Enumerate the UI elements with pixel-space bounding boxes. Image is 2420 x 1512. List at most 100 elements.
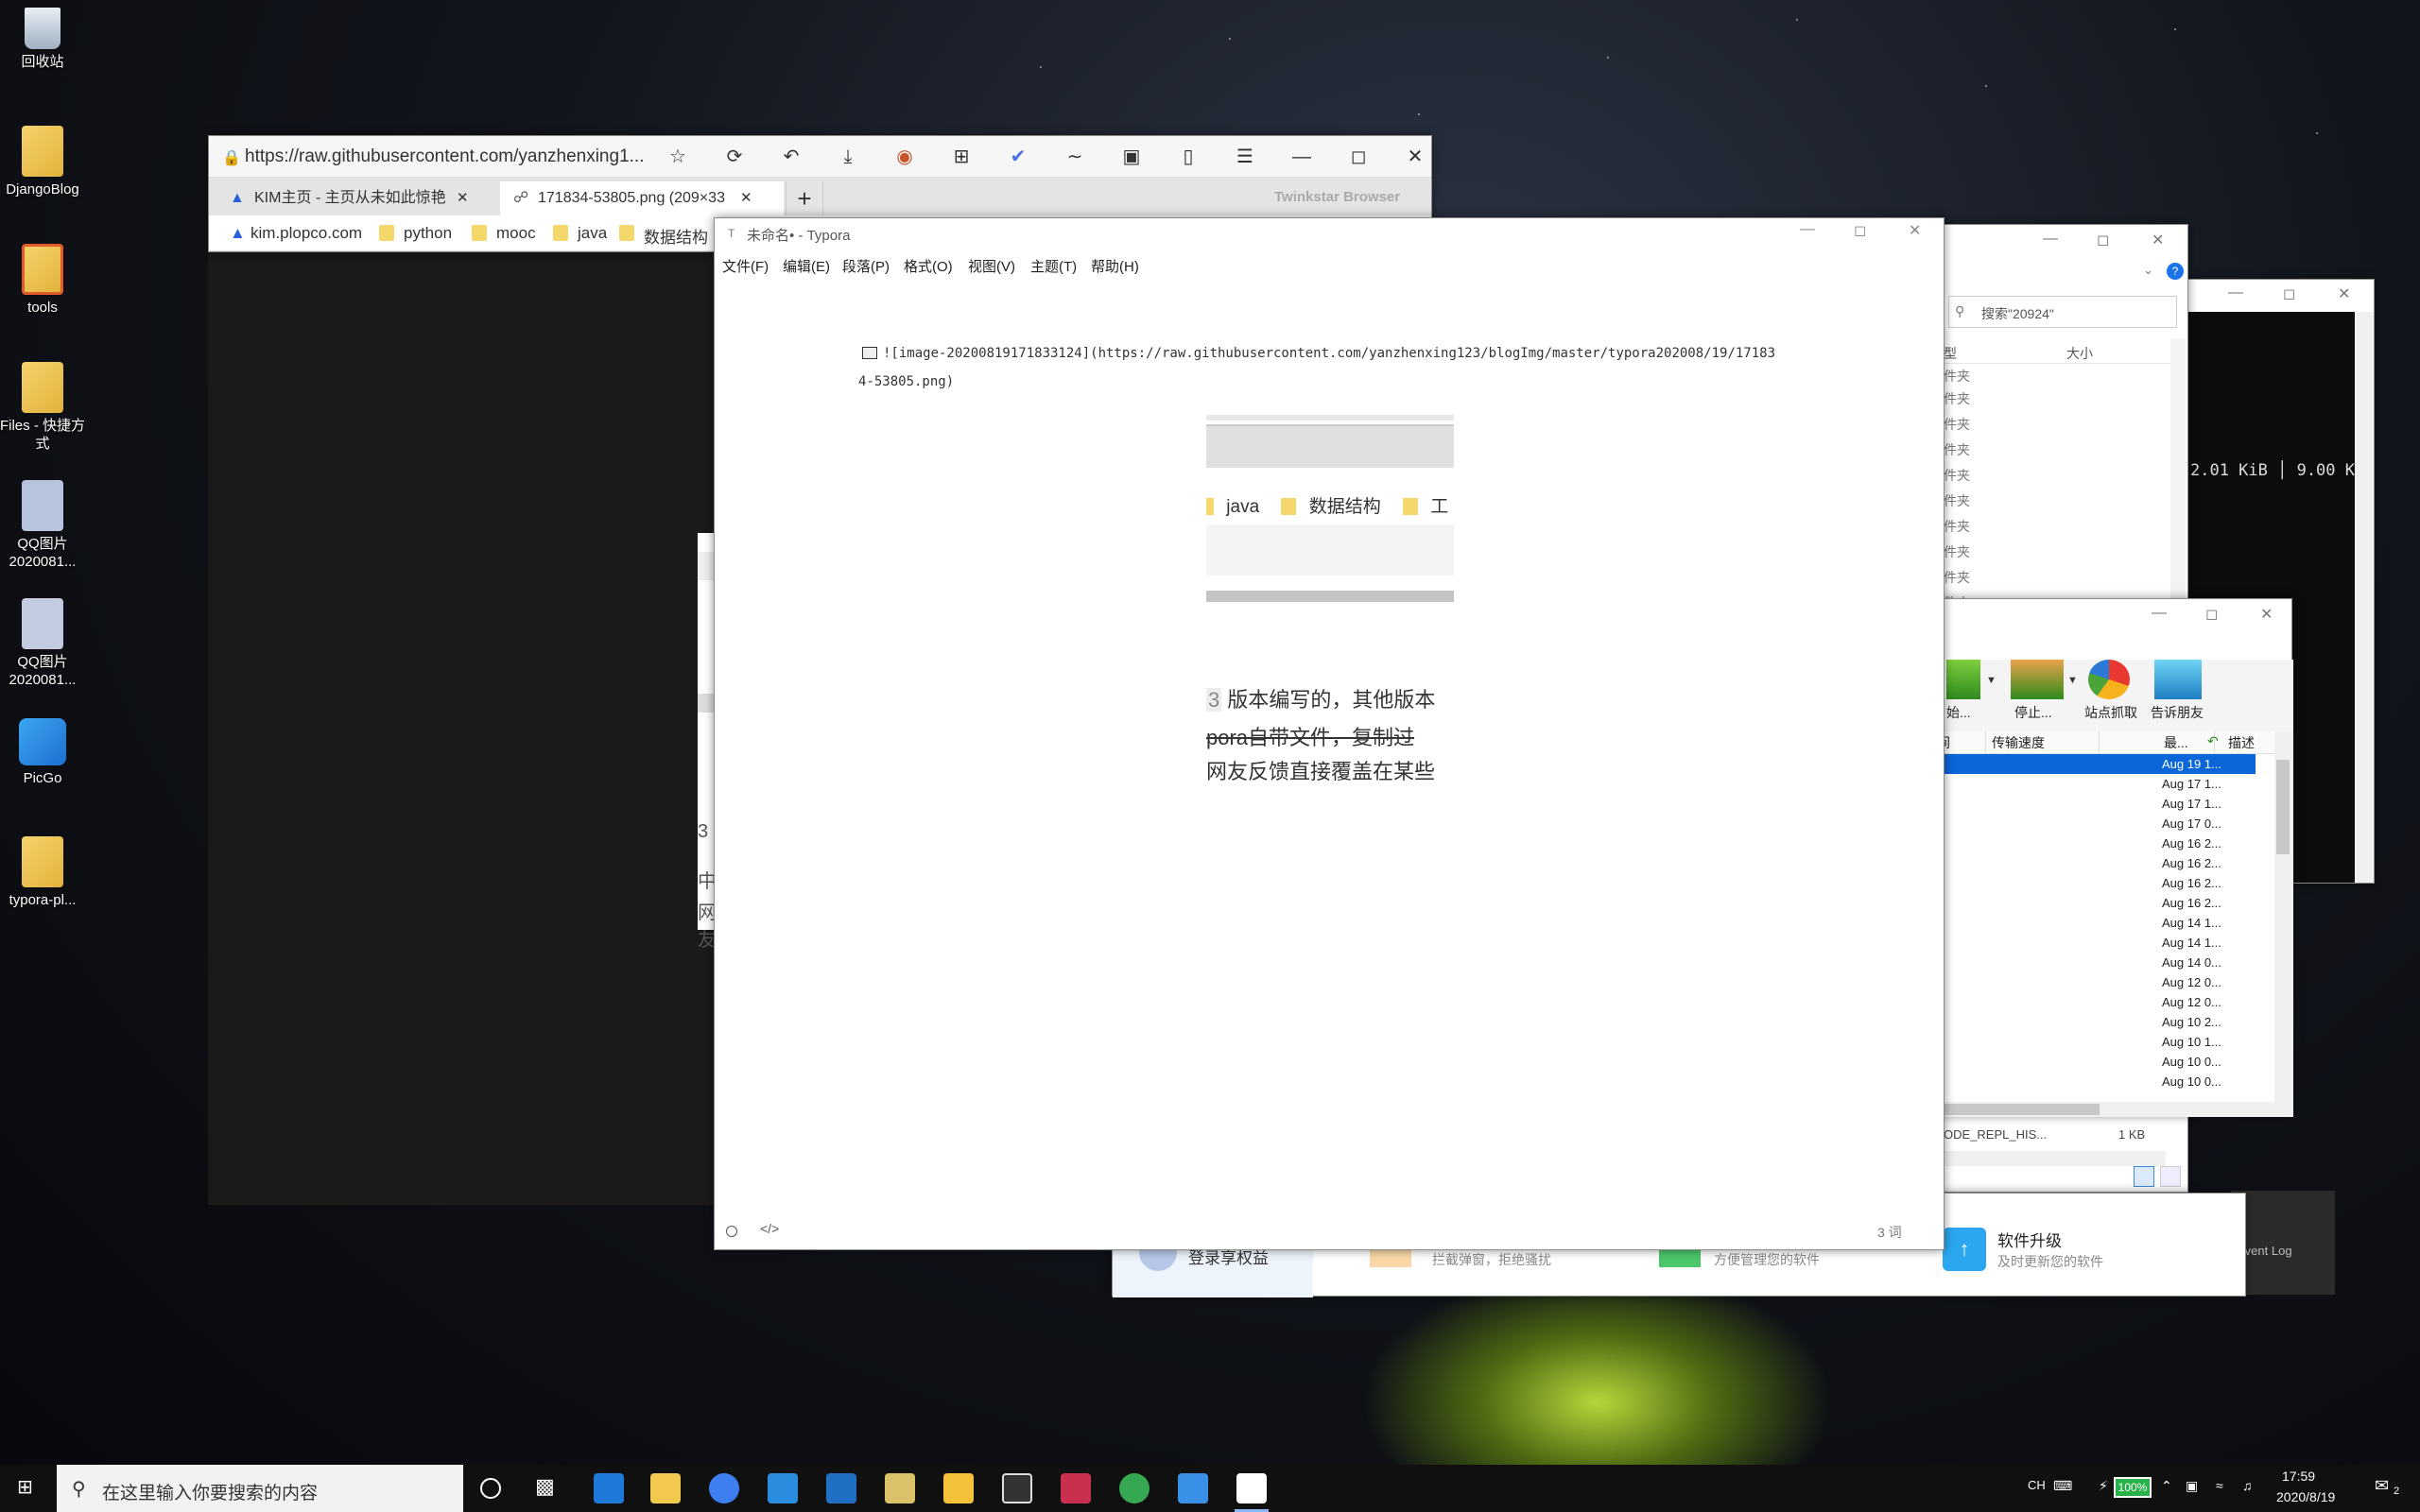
usb-icon[interactable]: ▣ (2186, 1478, 2198, 1494)
bookmark-star-icon[interactable]: ☆ (666, 146, 689, 168)
file-row[interactable]: 件夹 (1944, 491, 1970, 510)
terminal-app-icon[interactable] (1002, 1473, 1032, 1503)
column-type[interactable]: 型 (1944, 344, 1957, 363)
menu-view[interactable]: 视图(V) (968, 256, 1015, 276)
menu-help[interactable]: 帮助(H) (1091, 256, 1139, 276)
explorer-scrollbar[interactable] (2170, 338, 2186, 612)
dropdown-arrow-icon[interactable]: ▼ (2067, 675, 2078, 686)
column-last-try[interactable]: 最... (2158, 731, 2215, 754)
table-row[interactable]: Aug 14 0... (1892, 953, 2256, 972)
word-count[interactable]: 3 词 (1877, 1223, 1902, 1242)
wifi-icon[interactable]: ≈ (2216, 1478, 2223, 1493)
volume-icon[interactable]: ♫ (2242, 1478, 2253, 1493)
markdown-source-line[interactable]: ![image-20200819171833124](https://raw.g… (883, 346, 1775, 361)
mail-icon[interactable] (826, 1473, 856, 1503)
stop-icon[interactable] (2011, 660, 2064, 699)
task-view-icon[interactable]: ▩ (535, 1474, 555, 1499)
address-bar[interactable]: https://raw.githubusercontent.com/yanzhe… (245, 146, 644, 167)
close-icon[interactable]: ✕ (2152, 231, 2164, 249)
plug-icon[interactable]: ⚡ (2099, 1478, 2108, 1494)
text-preview[interactable]: 3 版本编写的，其他版本 pora自带文件，复制过 网友反馈直接覆盖在某些 (1206, 681, 1454, 785)
file-row[interactable]: 件夹 (1944, 517, 1970, 536)
screenshot-icon[interactable]: ▣ (1120, 146, 1143, 168)
input-method-indicator[interactable]: CH (2028, 1478, 2046, 1492)
desktop-icon-tools[interactable]: tools (0, 244, 88, 317)
taskbar-search-box[interactable]: ⚲ 在这里输入你要搜索的内容 (57, 1465, 463, 1512)
menu-edit[interactable]: 编辑(E) (783, 256, 830, 276)
column-speed[interactable]: 传输速度 (1986, 731, 2100, 754)
edge-browser-icon[interactable] (594, 1473, 624, 1503)
star-app-icon[interactable] (943, 1473, 974, 1503)
picgo-app-icon[interactable] (1178, 1473, 1208, 1503)
download-icon[interactable]: ⤓ (837, 146, 859, 168)
desktop-icon-picgo[interactable]: PicGo (0, 718, 88, 787)
close-icon[interactable]: ✕ (1909, 221, 1921, 240)
maximize-icon[interactable]: ◻ (1347, 146, 1370, 168)
tab-close-icon[interactable]: ✕ (457, 189, 469, 206)
column-size[interactable]: 大小 (2066, 344, 2093, 363)
markdown-source-line[interactable]: 4-53805.png) (858, 374, 954, 389)
table-row[interactable]: Aug 12 0... (1892, 972, 2256, 992)
store-icon[interactable] (768, 1473, 798, 1503)
translate-icon[interactable]: ∼ (1063, 146, 1086, 168)
upgrade-title[interactable]: 软件升级 (1997, 1228, 2062, 1251)
start-button[interactable]: 始... (1946, 703, 1971, 722)
table-row[interactable]: Aug 17 1... (1892, 774, 2256, 794)
thumbnail-view-icon[interactable] (2160, 1166, 2181, 1187)
clock-time[interactable]: 17:59 (2282, 1469, 2315, 1484)
file-row[interactable]: 件夹 (1944, 568, 1970, 587)
notification-icon[interactable]: ✉ (2375, 1476, 2389, 1496)
table-row[interactable]: Aug 16 2... (1892, 893, 2256, 913)
file-row[interactable]: 件夹 (1944, 389, 1970, 408)
menu-icon[interactable]: ☰ (1234, 146, 1256, 168)
notepad-app-icon[interactable] (885, 1473, 915, 1503)
feature-subtitle[interactable]: 拦截弹窗，拒绝骚扰 (1432, 1250, 1551, 1269)
file-row[interactable]: 件夹 (1944, 466, 1970, 485)
clock-date[interactable]: 2020/8/19 (2276, 1489, 2335, 1504)
bookmark-kim[interactable]: ▲ kim.plopco.com (226, 224, 362, 243)
dm-horizontal-scrollbar[interactable] (1892, 1102, 2293, 1117)
minimize-icon[interactable]: — (2228, 284, 2243, 301)
site-grab-button[interactable]: 站点抓取 (2084, 703, 2137, 722)
tab-close-icon[interactable]: ✕ (740, 189, 752, 206)
typora-app-icon[interactable] (1236, 1473, 1267, 1503)
menu-format[interactable]: 格式(O) (904, 256, 953, 276)
close-icon[interactable]: ✕ (1404, 146, 1426, 168)
site-grab-icon[interactable] (2088, 660, 2130, 699)
table-row[interactable]: Aug 10 2... (1892, 1012, 2256, 1032)
terminal-scrollbar[interactable] (2355, 312, 2374, 883)
start-icon[interactable] (1946, 660, 1980, 699)
horizontal-scrollbar[interactable] (1939, 1151, 2166, 1166)
minimize-icon[interactable]: — (2043, 231, 2058, 248)
file-row[interactable]: 件夹 (1944, 367, 1970, 386)
menu-paragraph[interactable]: 段落(P) (842, 256, 890, 276)
cortana-icon[interactable] (480, 1478, 501, 1499)
battery-indicator[interactable]: 100% (2114, 1477, 2152, 1498)
table-row[interactable]: Aug 16 2... (1892, 853, 2256, 873)
table-row[interactable]: Aug 12 0... (1892, 992, 2256, 1012)
help-icon[interactable]: ? (2167, 263, 2184, 280)
column-description[interactable]: 描述 (2222, 731, 2275, 754)
source-code-mode-icon[interactable]: </> (760, 1221, 779, 1236)
maximize-icon[interactable]: ◻ (2283, 284, 2295, 303)
table-row[interactable]: Aug 17 1... (1892, 794, 2256, 814)
file-row[interactable]: 件夹 (1944, 542, 1970, 561)
desktop-icon-djangoblog[interactable]: DjangoBlog (0, 126, 88, 198)
close-icon[interactable]: ✕ (2338, 284, 2350, 303)
new-tab-icon[interactable]: + (786, 181, 823, 215)
bookmark-icon[interactable]: ▯ (1177, 146, 1200, 168)
refresh-icon[interactable]: ⟳ (723, 146, 746, 168)
chevron-up-icon[interactable]: ⌃ (2161, 1478, 2172, 1494)
table-row[interactable]: Aug 16 2... (1892, 873, 2256, 893)
sidebar-toggle-icon[interactable] (726, 1226, 737, 1237)
search-input[interactable]: ⚲ 搜索"20924" (1948, 296, 2177, 328)
file-row-name[interactable]: ODE_REPL_HIS... (1944, 1127, 2047, 1142)
maximize-icon[interactable]: ◻ (2205, 605, 2218, 624)
desktop-icon-qq-image-1[interactable]: QQ图片2020081... (0, 480, 88, 571)
image-preview[interactable]: java 数据结构 工 (1206, 415, 1454, 602)
table-row[interactable]: Aug 14 1... (1892, 933, 2256, 953)
bookmark-python[interactable]: python (379, 224, 452, 243)
stop-button[interactable]: 停止... (2014, 703, 2052, 722)
twinkstar-browser-icon[interactable] (1119, 1473, 1150, 1503)
undo-icon[interactable]: ↶ (780, 146, 803, 168)
